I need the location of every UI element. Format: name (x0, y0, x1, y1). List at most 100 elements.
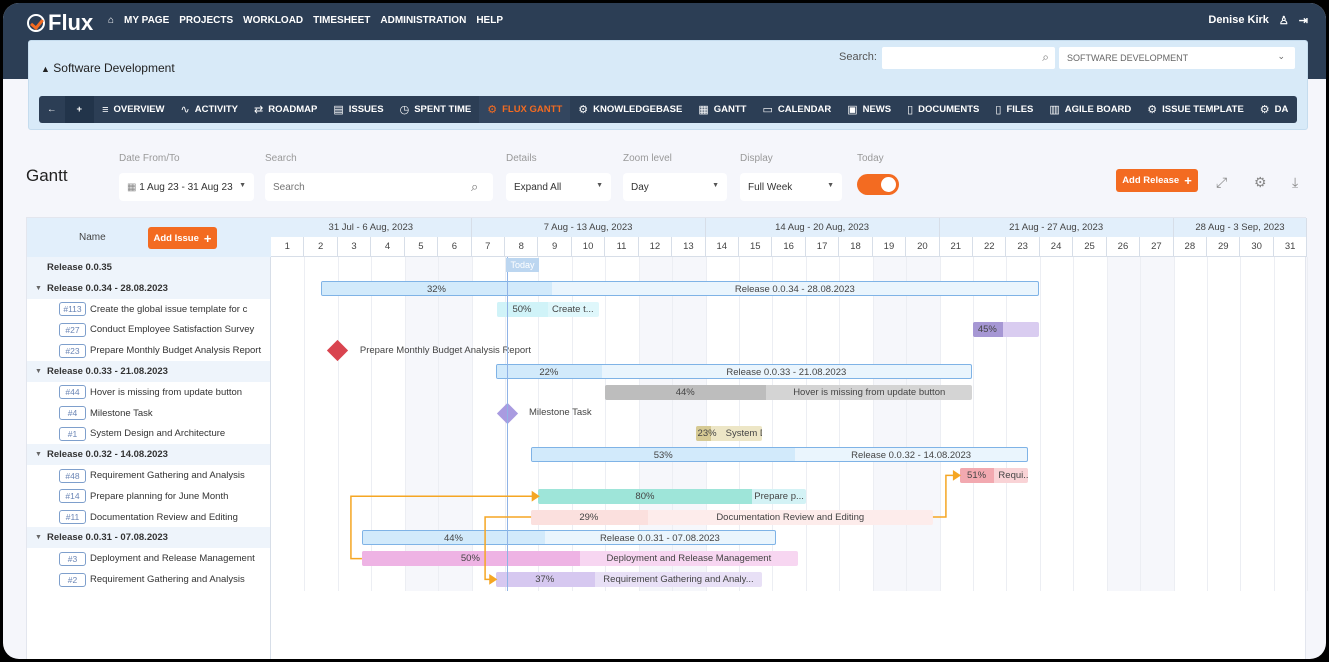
tab-files[interactable]: ▯FILES (987, 96, 1041, 123)
search-icon: ⌕ (1042, 50, 1049, 65)
menu-help[interactable]: HELP (476, 15, 503, 26)
download-icon[interactable]: ⤓ (1292, 174, 1298, 191)
collapse-triangle-icon[interactable]: ▼ (35, 451, 43, 458)
tab-activity[interactable]: ∿ACTIVITY (173, 96, 247, 123)
tab-da[interactable]: ⚙DA (1252, 96, 1297, 123)
issue-row[interactable]: #4Milestone Task (27, 403, 271, 424)
tab-issue-template[interactable]: ⚙ISSUE TEMPLATE (1139, 96, 1252, 123)
task-bar[interactable]: 51%Requi... (960, 468, 1028, 483)
display-select[interactable]: Full Week▼ (740, 173, 842, 201)
task-bar[interactable]: 23%System D... (696, 426, 763, 441)
gantt-search-input[interactable] (265, 173, 493, 201)
collapse-triangle-icon[interactable]: ▼ (35, 534, 43, 541)
issue-id-badge[interactable]: #14 (59, 489, 86, 503)
issue-id-badge[interactable]: #27 (59, 323, 86, 337)
collapse-triangle-icon[interactable]: ▼ (35, 285, 43, 292)
home-icon[interactable]: ⌂ (108, 15, 114, 26)
today-toggle[interactable] (857, 174, 899, 195)
issue-row[interactable]: #23Prepare Monthly Budget Analysis Repor… (27, 340, 271, 361)
issue-id-badge[interactable]: #48 (59, 469, 86, 483)
tab-roadmap[interactable]: ⇄ROADMAP (246, 96, 325, 123)
flux-logo[interactable]: Flux (27, 10, 93, 36)
issue-name: Documentation Review and Editing (90, 512, 238, 523)
task-bar[interactable]: 29%Documentation Review and Editing (531, 510, 933, 525)
task-bar[interactable]: 44%Hover is missing from update button (605, 385, 972, 400)
tab-issues[interactable]: ▤ISSUES (325, 96, 391, 123)
release-row[interactable]: ▼Release 0.0.31 - 07.08.2023 (27, 527, 271, 548)
add-tab-button[interactable]: + (65, 96, 95, 123)
release-row[interactable]: ▼Release 0.0.34 - 28.08.2023 (27, 278, 271, 299)
gear-icon[interactable]: ⚙ (1254, 174, 1267, 191)
collapse-triangle-icon[interactable]: ▼ (35, 368, 43, 375)
task-bar[interactable]: 45% (973, 322, 1039, 337)
tab-gantt[interactable]: ▦GANTT (690, 96, 754, 123)
release-row[interactable]: ▼Release 0.0.33 - 21.08.2023 (27, 361, 271, 382)
zoom-select[interactable]: Day▼ (623, 173, 727, 201)
issue-id-badge[interactable]: #2 (59, 573, 86, 587)
issue-id-badge[interactable]: #3 (59, 552, 86, 566)
tabs-scroll-left[interactable]: ← (39, 96, 65, 123)
task-bar[interactable]: 37%Requirement Gathering and Analy... (496, 572, 762, 587)
logout-icon[interactable]: ⇥ (1299, 14, 1308, 27)
day-label: 12 (639, 237, 672, 257)
add-issue-button[interactable]: Add Issue+ (148, 227, 217, 249)
tab-knowledgebase[interactable]: ⚙KNOWLEDGEBASE (570, 96, 690, 123)
release-row[interactable]: Release 0.0.35 (27, 257, 271, 278)
task-bar[interactable]: 50%Create t... (497, 302, 599, 317)
progress-percent: 80% (635, 491, 654, 502)
issue-id-badge[interactable]: #113 (59, 302, 86, 316)
issue-row[interactable]: #11 Documentation Review and Editing (27, 507, 271, 528)
day-label: 26 (1107, 237, 1140, 257)
fullscreen-icon[interactable]: ⤢ (1216, 174, 1227, 191)
issue-id-badge[interactable]: #1 (59, 427, 86, 441)
menu-projects[interactable]: PROJECTS (179, 15, 233, 26)
tab-icon: ▯ (995, 103, 1001, 116)
tabs-scroll-right[interactable]: → (1296, 96, 1297, 123)
issue-id-badge[interactable]: #44 (59, 385, 86, 399)
tab-news[interactable]: ▣NEWS (839, 96, 899, 123)
user-name[interactable]: Denise Kirk (1208, 14, 1269, 27)
project-title[interactable]: ▲ Software Development (41, 61, 175, 75)
grid-line (1006, 257, 1007, 591)
tab-agile-board[interactable]: ▥AGILE BOARD (1041, 96, 1139, 123)
task-bar[interactable]: 80%Prepare p... (538, 489, 805, 504)
milestone-diamond-icon[interactable] (327, 340, 348, 361)
issue-row[interactable]: #3Deployment and Release Management (27, 548, 271, 569)
user-icon[interactable]: ♙ (1279, 14, 1289, 27)
add-release-button[interactable]: Add Release+ (1116, 169, 1198, 192)
release-bar[interactable]: 44%Release 0.0.31 - 07.08.2023 (362, 530, 776, 545)
issue-row[interactable]: #48Requirement Gathering and Analysis (27, 465, 271, 486)
issue-id-badge[interactable]: #4 (59, 406, 86, 420)
issue-row[interactable]: #2Requirement Gathering and Analysis (27, 569, 271, 590)
release-bar[interactable]: 32%Release 0.0.34 - 28.08.2023 (321, 281, 1039, 296)
tab-calendar[interactable]: ▭CALENDAR (754, 96, 839, 123)
details-select[interactable]: Expand All▼ (506, 173, 611, 201)
issue-row[interactable]: #27Conduct Employee Satisfaction Survey (27, 319, 271, 340)
tab-documents[interactable]: ▯DOCUMENTS (899, 96, 987, 123)
release-bar[interactable]: 53%Release 0.0.32 - 14.08.2023 (531, 447, 1028, 462)
day-label: 16 (772, 237, 805, 257)
menu-administration[interactable]: ADMINISTRATION (380, 15, 466, 26)
tab-icon: ▭ (762, 103, 772, 116)
task-bar[interactable]: 50%Deployment and Release Management (362, 551, 798, 566)
date-range-picker[interactable]: ▦ 1 Aug 23 - 31 Aug 23▼ (119, 173, 254, 201)
issue-row[interactable]: #44Hover is missing from update button (27, 382, 271, 403)
issue-row[interactable]: #1System Design and Architecture (27, 423, 271, 444)
release-row[interactable]: ▼Release 0.0.32 - 14.08.2023 (27, 444, 271, 465)
issue-id-badge[interactable]: #11 (59, 510, 86, 524)
add-issue-label: Add Issue (154, 233, 199, 244)
menu-workload[interactable]: WORKLOAD (243, 15, 303, 26)
day-label: 11 (605, 237, 638, 257)
issue-row[interactable]: #14Prepare planning for June Month (27, 486, 271, 507)
search-filter-label: Search (265, 153, 297, 164)
tab-overview[interactable]: ≡OVERVIEW (94, 96, 172, 123)
tab-spent-time[interactable]: ◷SPENT TIME (392, 96, 480, 123)
issue-id-badge[interactable]: #23 (59, 344, 86, 358)
menu-timesheet[interactable]: TIMESHEET (313, 15, 370, 26)
project-select[interactable]: SOFTWARE DEVELOPMENT⌄ (1059, 47, 1295, 69)
menu-my-page[interactable]: MY PAGE (124, 15, 169, 26)
tab-flux-gantt[interactable]: ⚙FLUX GANTT (479, 96, 570, 123)
project-search-input[interactable]: ⌕ (882, 47, 1055, 69)
issue-row[interactable]: #113Create the global issue template for… (27, 299, 271, 320)
release-bar[interactable]: 22%Release 0.0.33 - 21.08.2023 (496, 364, 972, 379)
